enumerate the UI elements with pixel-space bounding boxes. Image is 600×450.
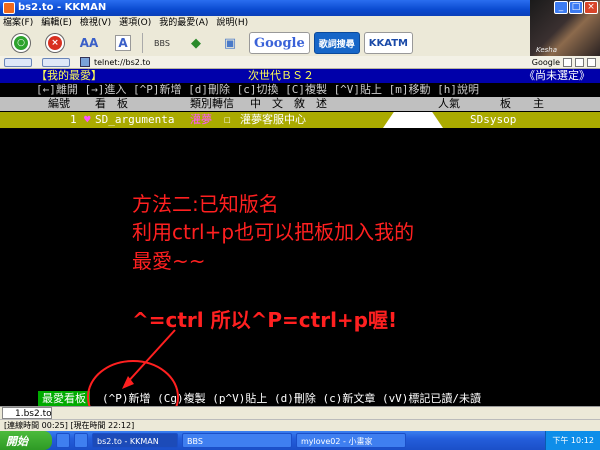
menu-favorites[interactable]: 我的最愛(A) [159, 16, 208, 30]
bbs-button[interactable]: BBS [147, 32, 177, 54]
menu-help[interactable]: 說明(H) [216, 16, 248, 30]
font-icon: A [115, 35, 131, 51]
go-icon: ○ [12, 34, 30, 52]
board-description: 灌夢客服中心 [240, 113, 306, 126]
tab-bs2[interactable]: 1.bs2.to [2, 407, 52, 419]
header-status: 《尚未選定》 [524, 69, 590, 82]
quicklaunch-icon[interactable] [56, 433, 70, 448]
footer-keys-help: (^P)新增 (Cg)複製 (p^V)貼上 (d)刪除 (c)新文章 (vV)標… [102, 392, 482, 405]
terminal-header: 【我的最愛】 次世代ＢＳ２ 《尚未選定》 [0, 69, 600, 83]
col-board: 看 板 [95, 97, 128, 110]
heart-icon: ♥ [84, 113, 91, 126]
google-label: Google [254, 35, 305, 51]
stop-button[interactable]: × [40, 32, 70, 54]
board-category: 灌夢 [190, 113, 212, 126]
tab-strip: 1.bs2.to [0, 406, 600, 419]
plugin-button[interactable]: ◆ [181, 32, 211, 54]
search-go-icon[interactable] [563, 57, 572, 67]
window-controls: _ □ × [554, 1, 598, 14]
task-paint[interactable]: mylove02 - 小畫家 [296, 433, 406, 448]
board-row[interactable]: 1 ♥ SD_argumenta 灌夢 ☐ 灌夢客服中心 SDsysop [0, 112, 600, 128]
minimize-button[interactable]: _ [554, 1, 568, 14]
kkatm-label: KKATM [368, 37, 408, 49]
forward-button[interactable] [42, 57, 70, 67]
col-description: 中 文 敘 述 [250, 97, 327, 110]
board-index: 1 [70, 113, 77, 126]
kkman-app-icon [3, 2, 15, 14]
google-search-button[interactable]: Google [249, 32, 310, 54]
search-engine-label[interactable]: Google [532, 58, 560, 67]
annotation-line-1: 方法二:已知版名 [132, 192, 279, 216]
search-close-icon[interactable] [587, 57, 596, 67]
lyrics-search-button[interactable]: 歌詞搜尋 [313, 32, 360, 54]
kkatm-button[interactable]: KKATM [363, 32, 413, 54]
toolbar: ○ × AA A BBS ◆ ▣ Google 歌詞搜尋 KKATM [0, 30, 530, 56]
stop-icon: × [46, 34, 64, 52]
col-number: 編號 [48, 97, 70, 110]
col-moderator: 板 主 [500, 97, 544, 110]
close-button[interactable]: × [584, 1, 598, 14]
terminal-column-headers: 編號 看 板 類別轉信 中 文 敘 述 人氣 板 主 [0, 97, 600, 111]
telnet-icon [80, 57, 90, 67]
quicklaunch-icon-2[interactable] [74, 433, 88, 448]
board-moderator: SDsysop [470, 113, 517, 126]
status-bar: [連線時間 00:25] [現在時間 22:12] [0, 419, 600, 431]
cube-icon: ▣ [223, 35, 237, 51]
annotation-line-3: 最愛~~ [132, 249, 206, 273]
bbs-icon: BBS [154, 38, 170, 48]
header-favorites: 【我的最愛】 [36, 69, 102, 82]
footer-title: 最愛看板 [38, 391, 90, 406]
address-search: Google [532, 57, 600, 67]
window-titlebar: bs2.to - KKMAN [0, 0, 600, 16]
menu-file[interactable]: 檔案(F) [3, 16, 33, 30]
url-input[interactable]: telnet://bs2.to [94, 58, 150, 67]
window-title: bs2.to - KKMAN [18, 2, 107, 13]
popularity-indicator [383, 112, 443, 128]
menu-options[interactable]: 選項(O) [119, 16, 151, 30]
col-popularity: 人氣 [438, 97, 460, 110]
terminal-footer: 最愛看板 (^P)新增 (Cg)複製 (p^V)貼上 (d)刪除 (c)新文章 … [0, 391, 600, 406]
toolbar-separator [142, 33, 143, 53]
annotation-line-4: ^=ctrl 所以^P=ctrl+p喔! [132, 308, 398, 332]
banner-caption: Kesha [536, 46, 558, 54]
board-name: SD_argumenta [95, 113, 175, 126]
maximize-button[interactable]: □ [569, 1, 583, 14]
start-button[interactable]: 開始 [0, 431, 52, 450]
go-button[interactable]: ○ [6, 32, 36, 54]
taskbar: 開始 bs2.to - KKMAN BBS mylove02 - 小畫家 下午 … [0, 431, 600, 450]
lyrics-label: 歌詞搜尋 [318, 39, 355, 50]
task-bbs-folder[interactable]: BBS [182, 433, 292, 448]
menu-edit[interactable]: 編輯(E) [41, 16, 72, 30]
checkbox-icon: ☐ [224, 113, 231, 126]
puzzle-icon: ◆ [191, 35, 201, 51]
menu-view[interactable]: 檢視(V) [80, 16, 111, 30]
font-button[interactable]: A [108, 32, 138, 54]
cube-button[interactable]: ▣ [215, 32, 245, 54]
annotation-line-2: 利用ctrl+p也可以把板加入我的 [132, 220, 415, 244]
font-size-button[interactable]: AA [74, 32, 104, 54]
terminal-keys-help: [←]離開 [→]進入 [^P]新增 [d]刪除 [c]切換 [C]複製 [^V… [36, 83, 480, 96]
address-bar: telnet://bs2.to Google [0, 56, 600, 69]
back-button[interactable] [4, 57, 32, 67]
menubar: 檔案(F) 編輯(E) 檢視(V) 選項(O) 我的最愛(A) 說明(H) [0, 16, 600, 30]
col-category: 類別轉信 [190, 97, 234, 110]
system-tray-clock: 下午 10:12 [545, 431, 600, 450]
font-size-icon: AA [79, 36, 99, 50]
task-kkman[interactable]: bs2.to - KKMAN [92, 433, 178, 448]
header-site-name: 次世代ＢＳ２ [248, 69, 314, 82]
search-options-icon[interactable] [575, 57, 584, 67]
